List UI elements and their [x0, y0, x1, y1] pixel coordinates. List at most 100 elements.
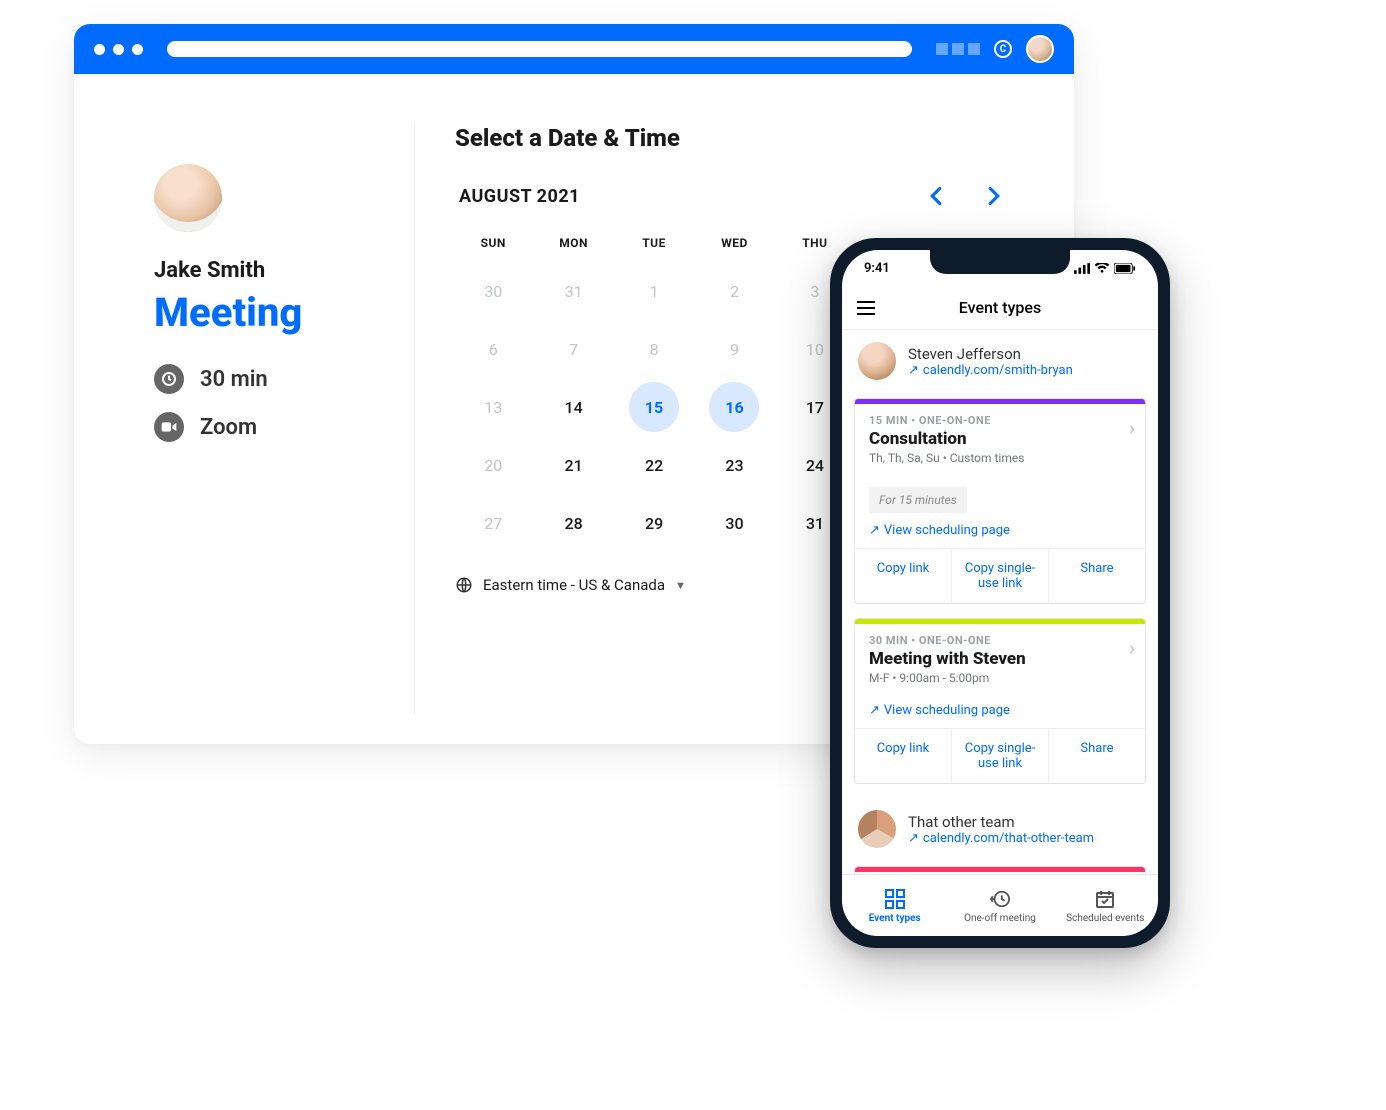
copy-link-button[interactable]: Copy link	[855, 549, 951, 603]
calendar-day: 31	[549, 266, 599, 316]
event-title: Meeting	[154, 289, 414, 336]
day-of-week: WED	[696, 226, 772, 260]
app-header: Event types	[842, 286, 1158, 330]
link-out-icon: ↗	[908, 363, 919, 378]
copy-single-link-button[interactable]: Copy single-use link	[951, 549, 1048, 603]
team-name: That other team	[908, 813, 1094, 831]
card-meta: 30 MIN • ONE-ON-ONE	[869, 634, 1131, 647]
status-time: 9:41	[864, 261, 890, 276]
prev-month-button[interactable]	[920, 180, 952, 212]
duration-row: 30 min	[154, 364, 414, 394]
team-section: That other team ↗ calendly.com/that-othe…	[842, 798, 1158, 860]
share-button[interactable]: Share	[1048, 549, 1145, 603]
event-card-meeting-with-steven[interactable]: › 30 MIN • ONE-ON-ONE Meeting with Steve…	[854, 618, 1146, 784]
calendar-day[interactable]: 16	[709, 382, 759, 432]
extension-icons[interactable]	[936, 43, 980, 55]
calendar-day: 14	[549, 382, 599, 432]
duration-value: 30 min	[200, 367, 268, 392]
card-title: Meeting with Steven	[869, 649, 1131, 669]
tab-bar: Event types One-off meeting Scheduled ev…	[842, 874, 1158, 936]
user-avatar	[858, 342, 896, 380]
tab-label: Scheduled events	[1066, 913, 1144, 924]
tab-event-types[interactable]: Event types	[842, 875, 947, 936]
user-link[interactable]: ↗ calendly.com/smith-bryan	[908, 363, 1073, 378]
calendar-day: 21	[549, 440, 599, 490]
phone-notch	[930, 250, 1070, 274]
calendar-day: 20	[468, 440, 518, 490]
view-page-link[interactable]: ↗ View scheduling page	[855, 517, 1145, 548]
calendar-day: 27	[468, 498, 518, 548]
calendly-logo-icon: C	[994, 40, 1012, 58]
phone-screen: 9:41 Event types Steven Jefferson ↗	[842, 250, 1158, 936]
window-controls[interactable]	[94, 44, 143, 55]
event-card-team-meeting[interactable]: › 15 MIN • ROUND ROBIN Team Meeting	[854, 866, 1146, 874]
card-actions: Copy link Copy single-use link Share	[855, 548, 1145, 603]
card-subtitle: Th, Th, Sa, Su • Custom times	[869, 451, 1131, 465]
event-info-panel: Jake Smith Meeting 30 min Zoom	[104, 124, 414, 714]
calendar-day: 23	[709, 440, 759, 490]
event-card-consultation[interactable]: › 15 MIN • ONE-ON-ONE Consultation Th, T…	[854, 398, 1146, 604]
globe-icon	[455, 576, 473, 594]
link-out-icon: ↗	[869, 703, 880, 718]
calendar-day: 2	[709, 266, 759, 316]
calendar-day: 6	[468, 324, 518, 374]
link-out-icon: ↗	[908, 831, 919, 846]
app-body[interactable]: Steven Jefferson ↗ calendly.com/smith-br…	[842, 330, 1158, 874]
caret-down-icon: ▼	[675, 579, 686, 592]
status-icons	[1074, 263, 1136, 274]
grid-icon	[884, 888, 906, 910]
location-value: Zoom	[200, 415, 257, 440]
copy-single-link-button[interactable]: Copy single-use link	[951, 729, 1048, 783]
card-title: Consultation	[869, 429, 1131, 449]
view-page-link[interactable]: ↗ View scheduling page	[855, 697, 1145, 728]
tab-label: Event types	[869, 913, 921, 924]
wifi-icon	[1094, 263, 1110, 274]
calendar-day: 22	[629, 440, 679, 490]
calendar-day: 29	[629, 498, 679, 548]
copy-link-button[interactable]: Copy link	[855, 729, 951, 783]
url-bar[interactable]	[167, 41, 912, 57]
signal-icon	[1074, 263, 1090, 274]
section-title: Select a Date & Time	[455, 124, 1014, 152]
calendar-day: 30	[468, 266, 518, 316]
calendar-day: 7	[549, 324, 599, 374]
user-name: Steven Jefferson	[908, 345, 1073, 363]
browser-titlebar: C	[74, 24, 1074, 74]
next-month-button[interactable]	[978, 180, 1010, 212]
calendar-day[interactable]: 15	[629, 382, 679, 432]
battery-icon	[1114, 263, 1136, 274]
chevron-right-icon[interactable]: ›	[1129, 636, 1135, 660]
chevron-right-icon[interactable]: ›	[1129, 416, 1135, 440]
team-link[interactable]: ↗ calendly.com/that-other-team	[908, 831, 1094, 846]
profile-avatar[interactable]	[1026, 35, 1054, 63]
host-avatar	[154, 164, 222, 232]
availability-chip: For 15 minutes	[869, 487, 967, 513]
timezone-label: Eastern time - US & Canada	[483, 576, 665, 594]
card-subtitle: M-F • 9:00am - 5:00pm	[869, 671, 1131, 685]
phone-mockup: 9:41 Event types Steven Jefferson ↗	[830, 238, 1170, 948]
tab-scheduled-events[interactable]: Scheduled events	[1053, 875, 1158, 936]
user-section: Steven Jefferson ↗ calendly.com/smith-br…	[842, 330, 1158, 392]
calendar-header: AUGUST 2021	[455, 180, 1014, 212]
calendar-day: 1	[629, 266, 679, 316]
day-of-week: MON	[535, 226, 611, 260]
day-of-week: TUE	[616, 226, 692, 260]
day-of-week: SUN	[455, 226, 531, 260]
card-meta: 15 MIN • ONE-ON-ONE	[869, 414, 1131, 427]
host-name: Jake Smith	[154, 258, 414, 283]
calendar-day: 8	[629, 324, 679, 374]
card-actions: Copy link Copy single-use link Share	[855, 728, 1145, 783]
link-out-icon: ↗	[869, 523, 880, 538]
location-row: Zoom	[154, 412, 414, 442]
month-label: AUGUST 2021	[459, 186, 920, 207]
tab-label: One-off meeting	[964, 913, 1036, 924]
share-button[interactable]: Share	[1048, 729, 1145, 783]
team-avatar	[858, 810, 896, 848]
app-title: Event types	[842, 298, 1158, 317]
clock-icon	[154, 364, 184, 394]
menu-icon[interactable]	[856, 300, 876, 316]
calendar-day: 30	[709, 498, 759, 548]
video-icon	[154, 412, 184, 442]
tab-one-off-meeting[interactable]: One-off meeting	[947, 875, 1052, 936]
calendar-day: 28	[549, 498, 599, 548]
